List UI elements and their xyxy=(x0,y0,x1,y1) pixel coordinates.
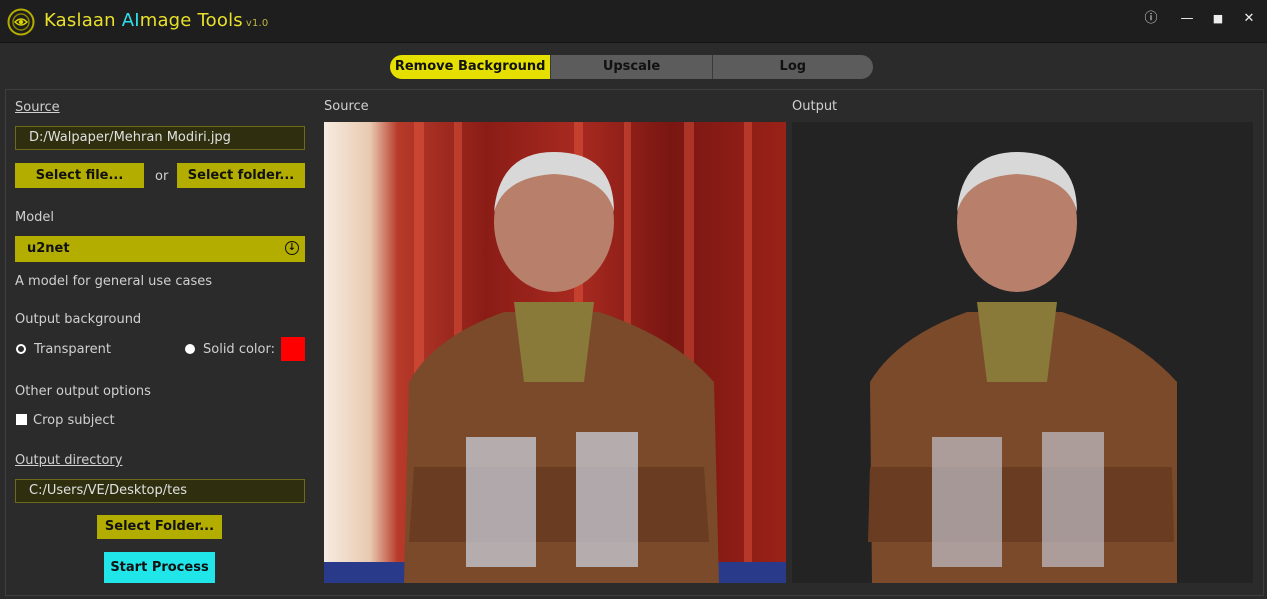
app-title: Kaslaan AImage Tools v1.0 xyxy=(44,10,269,31)
info-icon[interactable]: ⓘ xyxy=(1140,9,1162,29)
transparent-radio-label: Transparent xyxy=(34,342,111,357)
start-process-button[interactable]: Start Process xyxy=(104,552,215,583)
chevron-down-icon: ↓ xyxy=(285,241,299,255)
output-panel-title: Output xyxy=(792,99,838,114)
maximize-button[interactable]: ■ xyxy=(1207,9,1229,29)
source-panel-title: Source xyxy=(324,99,369,114)
settings-panel: Source D:/Walpaper/Mehran Modiri.jpg Sel… xyxy=(6,90,306,593)
solid-color-label: Solid color: xyxy=(203,342,275,357)
source-label: Source xyxy=(15,100,60,115)
output-image xyxy=(792,122,1253,583)
source-path-field[interactable]: D:/Walpaper/Mehran Modiri.jpg xyxy=(15,126,305,150)
select-output-folder-button[interactable]: Select Folder... xyxy=(97,515,222,539)
model-select[interactable]: u2net ↓ xyxy=(15,236,305,262)
other-options-label: Other output options xyxy=(15,384,151,399)
solid-color-radio[interactable] xyxy=(185,344,195,354)
app-title-ai: AI xyxy=(121,10,140,31)
minimize-button[interactable]: — xyxy=(1176,9,1198,29)
output-photo xyxy=(792,122,1253,583)
select-folder-button[interactable]: Select folder... xyxy=(177,163,305,188)
model-description: A model for general use cases xyxy=(15,274,212,289)
tab-upscale[interactable]: Upscale xyxy=(551,55,713,79)
source-image xyxy=(324,122,786,583)
model-label: Model xyxy=(15,210,55,225)
output-background-label: Output background xyxy=(15,312,142,327)
output-directory-field[interactable]: C:/Users/VE/Desktop/tes xyxy=(15,479,305,503)
transparent-radio[interactable] xyxy=(16,344,26,354)
crop-subject-checkbox[interactable] xyxy=(16,414,27,425)
output-directory-label: Output directory xyxy=(15,453,123,468)
solid-color-swatch[interactable] xyxy=(281,337,305,361)
tab-bar: Remove Background Upscale Log xyxy=(390,55,873,79)
select-file-button[interactable]: Select file... xyxy=(15,163,144,188)
crop-subject-label: Crop subject xyxy=(33,413,115,428)
close-button[interactable]: ✕ xyxy=(1238,9,1260,29)
app-version: v1.0 xyxy=(245,18,269,29)
tab-log[interactable]: Log xyxy=(713,55,873,79)
source-photo xyxy=(324,122,786,583)
tab-remove-background[interactable]: Remove Background xyxy=(390,55,552,79)
title-bar: Kaslaan AImage Tools v1.0 ⓘ — ■ ✕ xyxy=(0,0,1267,43)
model-select-value: u2net xyxy=(27,241,70,256)
app-logo-icon xyxy=(7,8,35,36)
or-label: or xyxy=(155,169,169,184)
